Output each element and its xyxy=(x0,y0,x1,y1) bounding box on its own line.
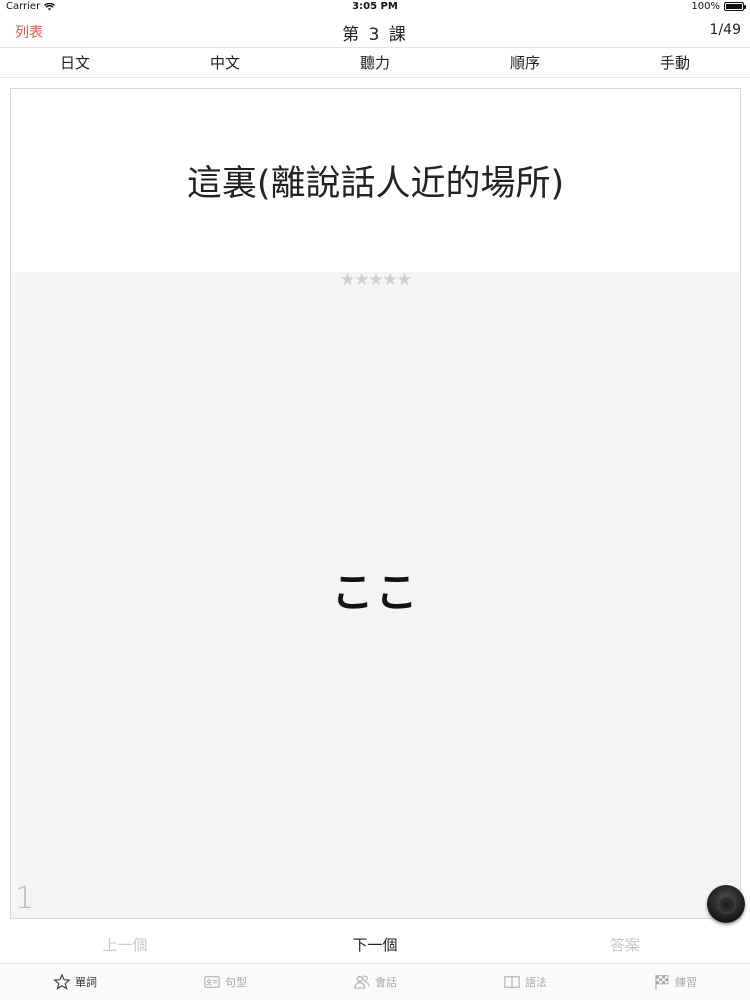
status-time: 3:05 PM xyxy=(352,1,398,12)
navigation-bar: 列表 第 3 課 1/49 xyxy=(0,14,750,48)
lesson-title: 第 3 課 xyxy=(342,25,408,45)
star-rating[interactable]: ★★★★★ xyxy=(11,270,740,290)
people-icon xyxy=(354,975,370,989)
mode-chinese[interactable]: 中文 xyxy=(150,48,300,77)
mode-manual[interactable]: 手動 xyxy=(600,48,750,77)
tab-conversation-label: 會話 xyxy=(375,976,397,989)
card-answer: ここ xyxy=(331,568,420,617)
mode-japanese[interactable]: 日文 xyxy=(0,48,150,77)
next-button[interactable]: 下一個 xyxy=(250,926,500,963)
card-icon xyxy=(204,976,220,988)
tab-vocabulary[interactable]: 單詞 xyxy=(0,964,150,1000)
status-bar: Carrier 3:05 PM 100% xyxy=(0,0,750,14)
star-icon xyxy=(53,973,71,990)
card-counter: 1/49 xyxy=(709,22,741,38)
flash-card[interactable]: 這裏(離說話人近的場所) ★★★★★ ここ 1 xyxy=(10,88,741,919)
mode-sequential[interactable]: 順序 xyxy=(450,48,600,77)
book-icon xyxy=(504,976,520,990)
tab-sentence-patterns[interactable]: 句型 xyxy=(150,964,300,1000)
tab-sentence-patterns-label: 句型 xyxy=(225,976,247,989)
card-controls: 上一個 下一個 答案 xyxy=(0,926,750,964)
tab-grammar-label: 語法 xyxy=(525,976,547,989)
mode-listening[interactable]: 聽力 xyxy=(300,48,450,77)
tab-bar: 單詞 句型 會話 語法 練習 xyxy=(0,964,750,1000)
battery-icon xyxy=(724,2,746,11)
flag-icon xyxy=(655,975,669,990)
battery-indicator: 100% xyxy=(691,1,746,12)
card-index: 1 xyxy=(15,881,35,916)
card-question: 這裏(離說話人近的場所) xyxy=(11,89,740,272)
tab-vocabulary-label: 單詞 xyxy=(75,976,97,989)
previous-button[interactable]: 上一個 xyxy=(0,926,250,963)
tab-conversation[interactable]: 會話 xyxy=(300,964,450,1000)
speaker-button[interactable] xyxy=(707,885,745,923)
tab-practice-label: 練習 xyxy=(675,976,697,989)
tab-practice[interactable]: 練習 xyxy=(600,964,750,1000)
battery-percent: 100% xyxy=(691,1,720,12)
answer-button[interactable]: 答案 xyxy=(500,926,750,963)
tab-grammar[interactable]: 語法 xyxy=(450,964,600,1000)
mode-selector: 日文 中文 聽力 順序 手動 xyxy=(0,48,750,78)
